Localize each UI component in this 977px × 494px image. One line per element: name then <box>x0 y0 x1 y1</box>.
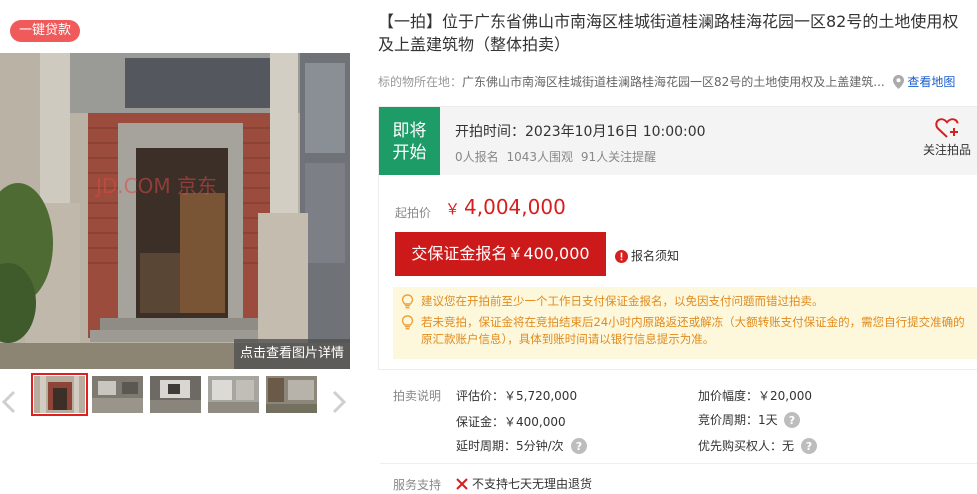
follow-item-button[interactable]: 关注拍品 <box>919 117 975 158</box>
heart-plus-icon <box>935 118 959 138</box>
page-title: 【一拍】位于广东省佛山市南海区桂城街道桂澜路桂海花园一区82号的土地使用权及上盖… <box>378 12 959 54</box>
priority-buyer-text: 优先购买权人：无 <box>698 439 795 453</box>
start-price-label: 起拍价 <box>395 206 432 220</box>
help-icon[interactable]: ? <box>800 438 817 454</box>
thumbnail-4[interactable] <box>208 376 259 413</box>
reminder-count: 91人关注提醒 <box>580 150 657 164</box>
map-pin-icon <box>892 75 904 89</box>
chevron-right-icon[interactable] <box>330 390 348 414</box>
lightbulb-icon <box>401 315 414 330</box>
tip-item: 建议您在开拍前至少一个工作日支付保证金报名，以免因支付问题而错过拍卖。 <box>401 293 970 310</box>
close-icon <box>456 478 468 490</box>
status-badge: 即将开始 <box>379 107 440 175</box>
thumbnail-2[interactable] <box>92 376 143 413</box>
tips-box: 建议您在开拍前至少一个工作日支付保证金报名，以免因支付问题而错过拍卖。 若未竞拍… <box>393 287 977 359</box>
extension-period-text: 延时周期：5分钟/次 <box>456 439 564 453</box>
view-map-link[interactable]: 查看地图 <box>907 75 955 89</box>
follow-label: 关注拍品 <box>922 143 971 157</box>
status-text: 即将开始 <box>392 121 427 163</box>
alert-icon <box>615 250 628 263</box>
no-return-policy: 不支持七天无理由退货 <box>456 475 592 492</box>
view-photo-details-button[interactable]: 点击查看图片详情 <box>234 339 350 369</box>
auction-panel: 即将开始 开拍时间：2023年10月16日 10:00:00 0人报名 1043… <box>378 106 977 370</box>
start-time: 开拍时间：2023年10月16日 10:00:00 <box>455 124 706 140</box>
bid-period: 竞价周期：1天 ? <box>698 411 801 428</box>
start-price-value: 4,004,000 <box>464 195 566 219</box>
watermark-text: JD.COM 京东 <box>94 174 217 198</box>
thumbnail-1[interactable] <box>31 373 88 416</box>
help-icon[interactable]: ? <box>570 438 587 454</box>
pay-deposit-button[interactable]: 交保证金报名￥400,000 <box>395 232 606 276</box>
chevron-left-icon[interactable] <box>0 390 18 414</box>
svg-text:?: ? <box>789 414 795 427</box>
tip-item: 若未竞拍，保证金将在竞拍结束后24小时内原路返还或解冻（大额转账支付保证金的，需… <box>401 314 970 348</box>
svg-text:?: ? <box>806 440 812 453</box>
start-price: ￥ 4,004,000 <box>445 195 566 219</box>
bid-period-text: 竞价周期：1天 <box>698 413 778 427</box>
deposit-amount: 保证金：￥400,000 <box>456 415 566 429</box>
tip-text: 建议您在开拍前至少一个工作日支付保证金报名，以免因支付问题而错过拍卖。 <box>421 294 824 308</box>
help-icon[interactable]: ? <box>784 412 801 428</box>
location-address: 广东佛山市南海区桂城街道桂澜路桂海花园一区82号的土地使用权及上盖建筑... <box>462 75 885 89</box>
item-location: 标的物所在地：广东佛山市南海区桂城街道桂澜路桂海花园一区82号的土地使用权及上盖… <box>378 73 977 90</box>
registered-count: 0人报名 <box>455 150 499 164</box>
auction-info: 【一拍】位于广东省佛山市南海区桂城街道桂澜路桂海花园一区82号的土地使用权及上盖… <box>378 10 977 89</box>
thumbnail-5[interactable] <box>266 376 317 413</box>
house-photo: JD.COM 京东 <box>0 53 350 369</box>
svg-text:?: ? <box>575 440 581 453</box>
priority-buyer: 优先购买权人：无 ? <box>698 437 817 454</box>
image-gallery: 一键贷款 JD.COM 京东 点击查看图片详情 <box>0 10 350 494</box>
auction-stats: 0人报名 1043人围观 91人关注提醒 <box>455 148 656 165</box>
loan-badge[interactable]: 一键贷款 <box>10 20 81 42</box>
service-support-label: 服务支持 <box>393 478 442 492</box>
currency-symbol: ￥ <box>445 200 461 218</box>
auction-description-label: 拍卖说明 <box>393 389 442 403</box>
registration-notice-link[interactable]: 报名须知 <box>615 247 679 264</box>
appraisal-price: 评估价：￥5,720,000 <box>456 389 578 403</box>
location-label: 标的物所在地： <box>378 75 463 89</box>
extension-period: 延时周期：5分钟/次 ? <box>456 437 587 454</box>
thumbnail-strip <box>0 368 350 428</box>
status-bar: 即将开始 开拍时间：2023年10月16日 10:00:00 0人报名 1043… <box>379 107 977 175</box>
main-photo[interactable]: JD.COM 京东 <box>0 53 350 369</box>
bid-increment: 加价幅度：￥20,000 <box>698 389 812 403</box>
section-divider <box>380 463 977 464</box>
thumbnail-3[interactable] <box>150 376 201 413</box>
watcher-count: 1043人围观 <box>506 150 574 164</box>
tip-text: 若未竞拍，保证金将在竞拍结束后24小时内原路返还或解冻（大额转账支付保证金的，需… <box>421 315 965 346</box>
no-return-text: 不支持七天无理由退货 <box>472 477 593 491</box>
notice-label: 报名须知 <box>631 249 680 263</box>
lightbulb-icon <box>401 294 414 309</box>
